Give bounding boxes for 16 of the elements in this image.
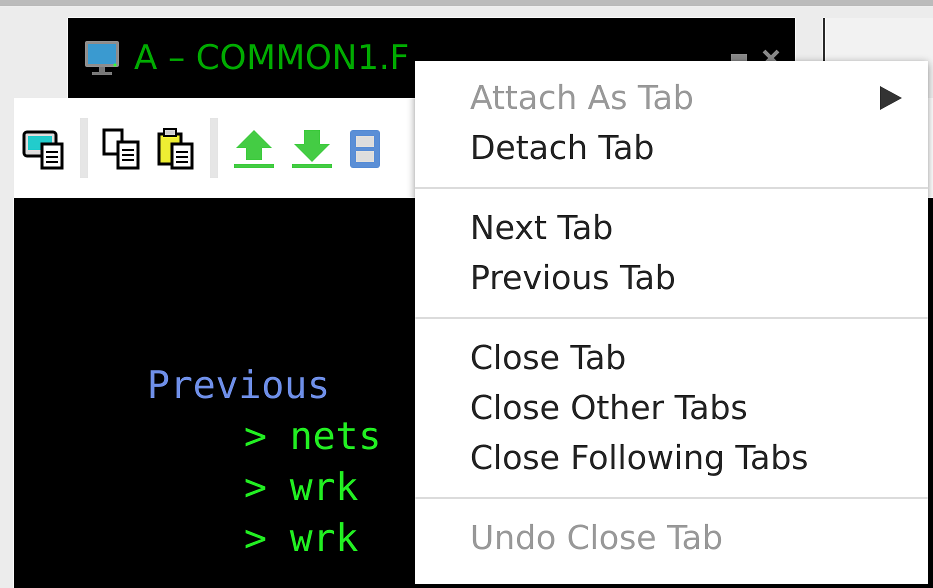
tab-title: A – COMMON1.F <box>134 38 410 78</box>
paste-icon[interactable] <box>156 126 196 170</box>
terminal-line: > wrk <box>244 464 358 511</box>
menu-item[interactable]: Close Other Tabs <box>415 383 928 433</box>
menu-item[interactable]: Close Following Tabs <box>415 433 928 483</box>
toolbar-separator <box>210 118 218 178</box>
menu-item[interactable]: Previous Tab <box>415 253 928 303</box>
terminal-line: > wrk <box>244 515 358 562</box>
menu-item[interactable]: Close Tab <box>415 333 928 383</box>
submenu-arrow-icon <box>880 86 902 110</box>
menu-item[interactable]: Next Tab <box>415 203 928 253</box>
copy-icon[interactable] <box>102 126 142 170</box>
terminal-heading: Previous <box>147 362 330 409</box>
toolbar-separator <box>80 118 88 178</box>
monitor-icon <box>82 38 122 78</box>
terminal-line: > nets <box>244 413 382 460</box>
